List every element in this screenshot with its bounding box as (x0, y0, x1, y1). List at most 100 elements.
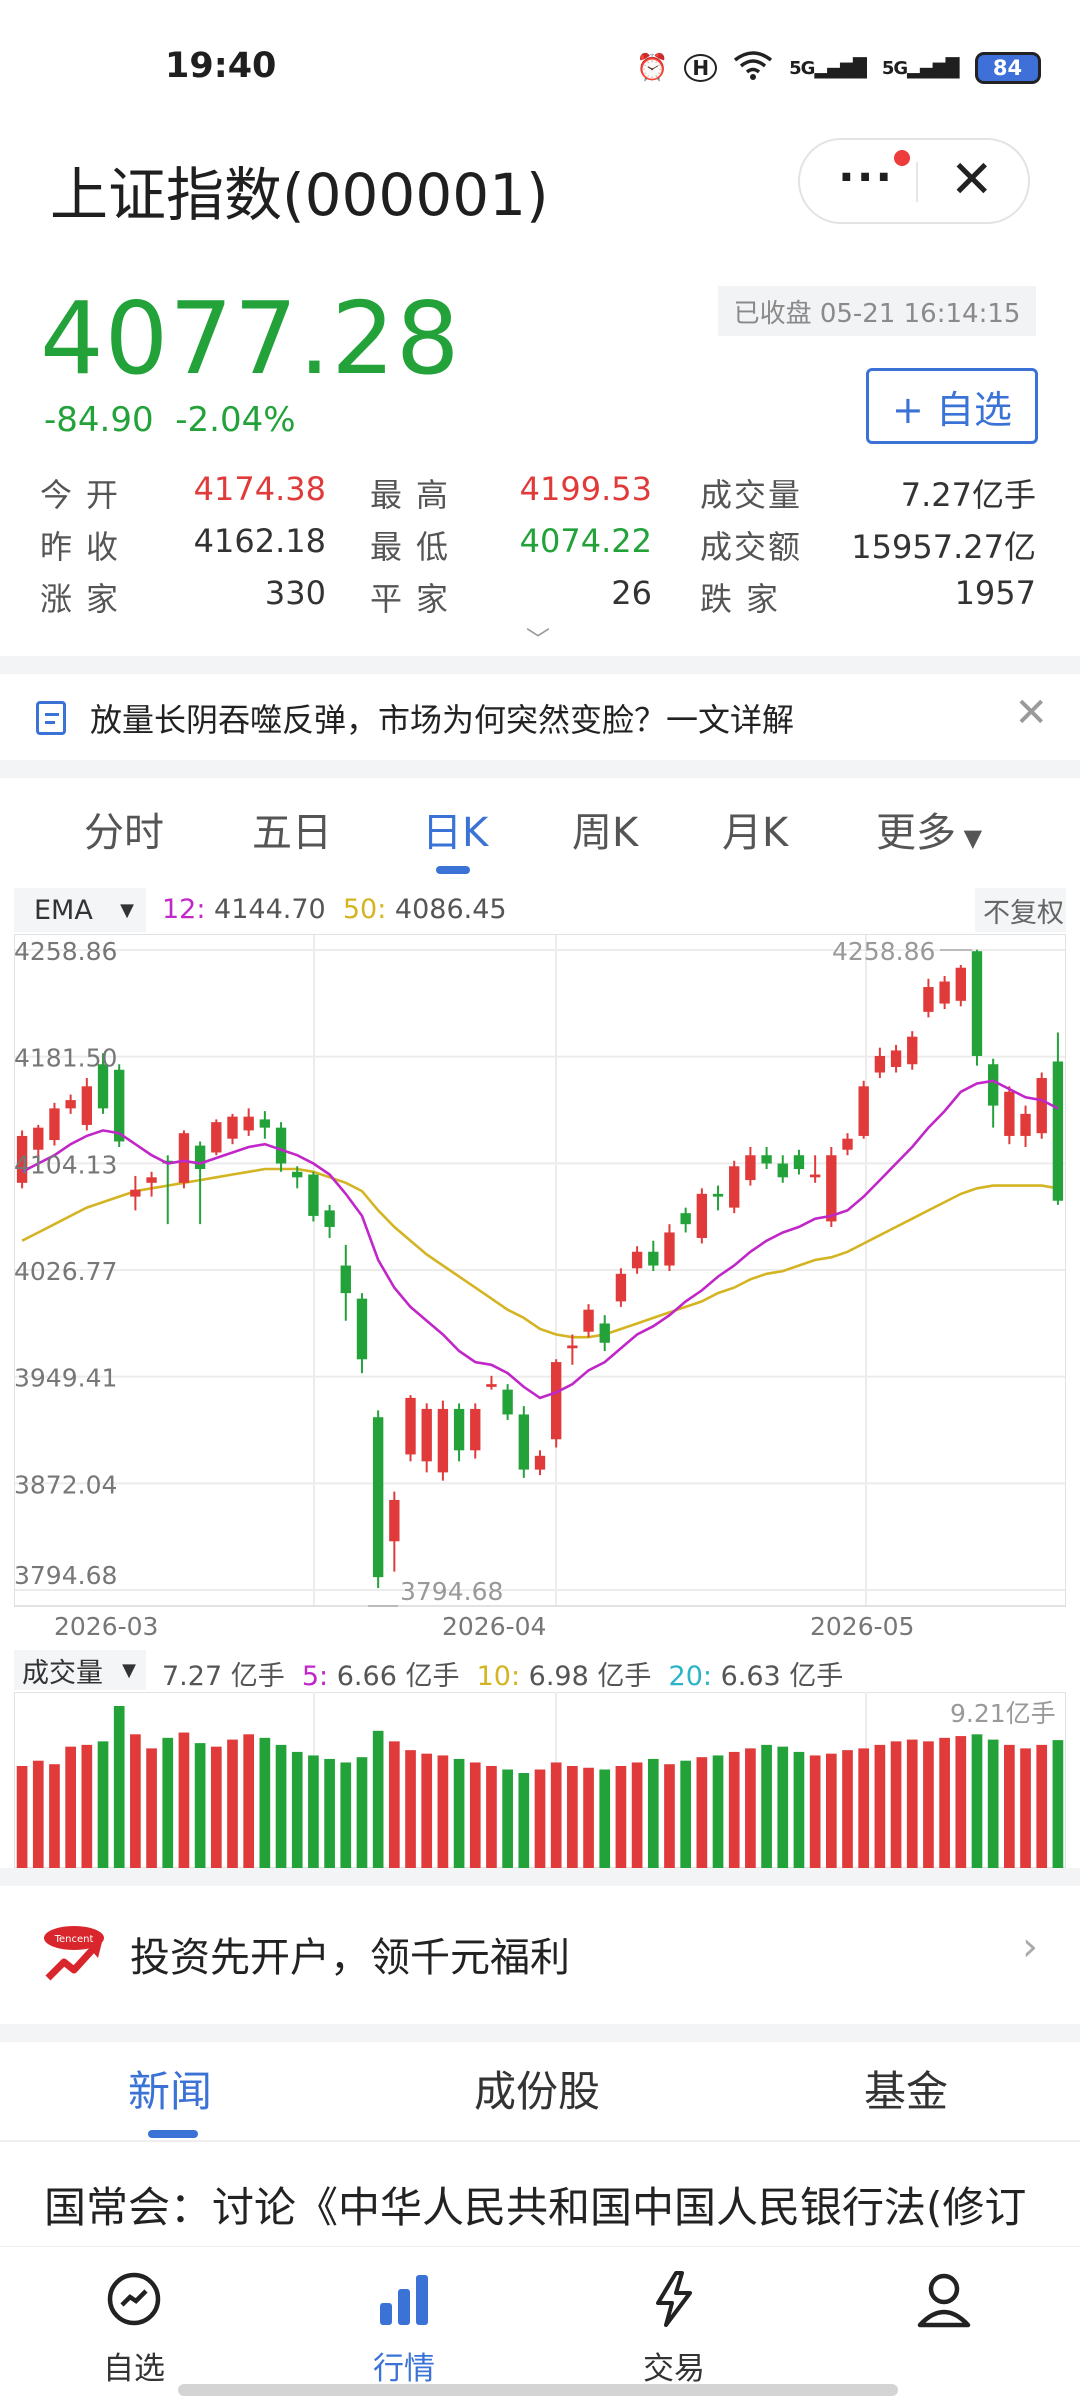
candle-body (729, 1166, 740, 1208)
volume-bar (534, 1769, 546, 1868)
nav-trade[interactable]: 交易 (594, 2269, 754, 2388)
close-button[interactable]: ✕ (950, 150, 994, 210)
more-button[interactable]: ··· (838, 152, 894, 203)
status-icons: ⏰ H 5G▂▄▆█ 5G▂▄▆█ 84 (636, 48, 1041, 88)
tencent-logo-text: Tencent (54, 1934, 94, 1945)
candle-body (49, 1108, 60, 1141)
caret-down-icon: ▼ (122, 1659, 136, 1681)
trade-icon (656, 2271, 692, 2327)
candle-body (890, 1050, 902, 1068)
volume-bar (777, 1746, 789, 1868)
banner-close-icon[interactable]: ✕ (1014, 690, 1048, 736)
candle-body (761, 1155, 772, 1164)
volume-bar (340, 1762, 352, 1868)
change-percent: -2.04% (175, 400, 296, 440)
y-tick-label: 4104.13 (14, 1150, 117, 1179)
candle-body (680, 1213, 691, 1225)
tab-monthly-k[interactable]: 月K (722, 800, 788, 858)
volume-bar (567, 1765, 578, 1868)
candle-body (178, 1133, 190, 1183)
candle-body (518, 1414, 529, 1470)
volume-bar (65, 1746, 76, 1868)
tab-constituents[interactable]: 成份股 (474, 2058, 600, 2119)
volume-bar (906, 1739, 918, 1868)
stat-label: 最低 (370, 528, 463, 566)
volume-chart[interactable]: 9.21亿手 (14, 1692, 1066, 1868)
candle-body (33, 1127, 44, 1150)
tab-fenshi[interactable]: 分时 (84, 800, 164, 858)
volume-bar (275, 1744, 287, 1868)
chevron-right-icon: › (1022, 1924, 1038, 1970)
candle-body (130, 1189, 141, 1197)
candle-body (243, 1116, 254, 1131)
candle-body (858, 1086, 869, 1136)
volume-bar (1052, 1740, 1064, 1868)
nav-market[interactable]: 行情 (324, 2269, 484, 2388)
adjust-select[interactable]: 不复权 (975, 888, 1066, 932)
tab-weekly-k[interactable]: 周K (572, 800, 638, 858)
nav-watchlist[interactable]: 自选 (54, 2269, 214, 2388)
candle-body (809, 1174, 821, 1178)
news-banner[interactable]: 放量长阴吞噬反弹，市场为何突然变脸？一文详解 ✕ (0, 676, 1080, 760)
volume-bar (421, 1753, 433, 1868)
indicator-select[interactable]: EMA ▼ (14, 888, 146, 932)
ema12-label: 12: (162, 894, 206, 925)
ema-values: 12: 4144.70 50: 4086.45 (162, 894, 507, 925)
candle-body (696, 1193, 708, 1238)
section-gap (0, 656, 1080, 674)
content-tab-indicator (148, 2130, 198, 2138)
profile-icon (917, 2273, 971, 2328)
add-watchlist-button[interactable]: + 自选 (866, 368, 1038, 444)
candle-body (211, 1122, 222, 1153)
tab-five-day[interactable]: 五日 (252, 800, 332, 858)
volume-bar (680, 1760, 692, 1868)
candle-body (421, 1408, 432, 1462)
stat-value: 4074.22 (519, 522, 652, 560)
status-time: 19:40 (165, 46, 277, 86)
tab-more[interactable]: 更多 ▼ (876, 800, 982, 858)
candle-body (502, 1389, 513, 1415)
nav-profile[interactable]: 我 (864, 2269, 1024, 2388)
x-tick-label: 2026-04 (442, 1612, 547, 1641)
current-price: 4077.28 (40, 280, 461, 397)
volume-bar (615, 1765, 627, 1868)
tab-more-label: 更多 (876, 810, 956, 856)
article-icon (36, 701, 66, 735)
volume-values: 7.27 亿手 5: 6.66 亿手 10: 6.98 亿手 20: 6.63 … (162, 1654, 843, 1693)
candle-body (259, 1119, 271, 1128)
tab-daily-k[interactable]: 日K (422, 800, 488, 858)
stat-label: 最高 (370, 476, 463, 514)
candle-body (1004, 1091, 1015, 1136)
volume-bar (793, 1751, 805, 1868)
volume-bar (502, 1769, 513, 1868)
volume-bar (97, 1741, 109, 1868)
stat-label: 平家 (370, 580, 463, 618)
stat-value: 15957.27亿 (851, 528, 1036, 566)
candle-body (745, 1155, 756, 1181)
candlestick-chart[interactable]: 4258.86 4181.50 4104.13 4026.77 3949.41 3872.… (14, 934, 1066, 1610)
candle-body (470, 1408, 481, 1451)
vol5-label: 5: (301, 1661, 329, 1692)
volume-bar (437, 1755, 449, 1868)
content-tabs: 新闻 成份股 基金 (0, 2040, 1080, 2140)
period-tabs: 分时 五日 日K 周K 月K 更多 ▼ (0, 790, 1080, 874)
expand-chevron-icon[interactable]: ﹀ (526, 620, 550, 655)
candle-body (583, 1309, 594, 1332)
change-value: -84.90 (44, 400, 154, 440)
volume-bar (647, 1758, 659, 1868)
capsule-menu: ··· ✕ (798, 138, 1030, 224)
signal-1-icon: 5G▂▄▆█ (789, 57, 867, 79)
promo-banner[interactable]: Tencent 投资先开户，领千元福利 › (0, 1884, 1080, 2024)
candle-body (567, 1345, 578, 1349)
volume-indicator-select[interactable]: 成交量 ▼ (14, 1650, 146, 1690)
x-tick-label: 2026-03 (54, 1612, 159, 1641)
tab-news[interactable]: 新闻 (128, 2058, 212, 2119)
nav-market-label: 行情 (373, 2351, 435, 2387)
candle-body (292, 1171, 303, 1178)
vol10-value: 6.98 亿手 (528, 1661, 652, 1692)
y-tick-label: 4026.77 (14, 1257, 117, 1286)
tab-funds[interactable]: 基金 (864, 2058, 948, 2119)
stat-label: 涨家 (40, 580, 133, 618)
signal-2-icon: 5G▂▄▆█ (881, 57, 960, 79)
caret-down-icon: ▼ (956, 824, 983, 852)
